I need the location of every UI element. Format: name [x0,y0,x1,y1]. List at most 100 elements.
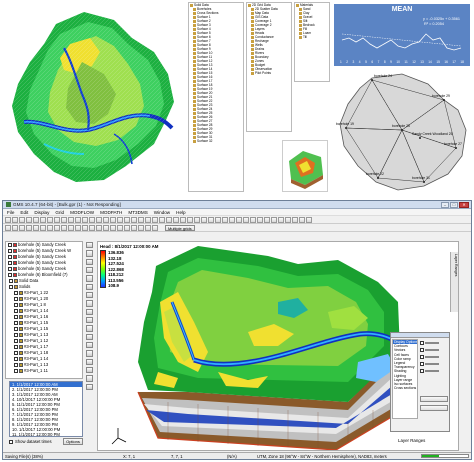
visibility-checkbox[interactable] [8,249,12,253]
toolbar-button-icon[interactable] [82,216,88,223]
tool-icon[interactable] [86,316,93,324]
toolbar-button-icon[interactable] [103,216,109,223]
toolbar-button-icon[interactable] [75,216,81,223]
toolbar-button-icon[interactable] [299,216,305,223]
toolbar-button-icon[interactable] [278,216,284,223]
visibility-checkbox[interactable] [14,357,18,361]
toolbar-button-icon[interactable] [68,216,74,223]
visibility-checkbox[interactable] [14,369,18,373]
toolbar-button-icon[interactable] [152,216,158,223]
visibility-checkbox[interactable] [14,345,18,349]
multiple-grids-button[interactable]: Multiple grids [165,224,195,231]
toolbar-button-icon[interactable] [187,216,193,223]
visibility-checkbox[interactable] [14,339,18,343]
visibility-checkbox[interactable] [9,279,13,283]
toolbar-button-icon[interactable] [152,224,158,231]
viewport-3d[interactable]: Head : 8/1/2017 12:00:00 AM 136.836 132.1… [97,241,459,451]
tool-icon[interactable] [86,358,93,365]
toolbar-button-icon[interactable] [222,216,228,223]
toolbar-button-icon[interactable] [47,216,53,223]
toolbar-button-icon[interactable] [96,216,102,223]
tree-node[interactable]: Till [295,35,329,39]
dialog-option-checkbox[interactable] [420,369,424,373]
toolbar-button-icon[interactable] [33,216,39,223]
toolbar-button-icon[interactable] [5,224,11,231]
visibility-checkbox[interactable] [14,297,18,301]
tree-node[interactable]: Surface 32 [189,139,243,143]
dialog-cancel-button[interactable] [420,405,448,411]
menu-modpath[interactable]: MODPATH [100,210,122,215]
project-tree-item[interactable]: #3-Part_1 11 [6,368,82,374]
toolbar-button-icon[interactable] [96,224,102,231]
toolbar-button-icon[interactable] [19,216,25,223]
toolbar-button-icon[interactable] [54,216,60,223]
options-button[interactable]: Options [63,438,83,445]
toolbar-button-icon[interactable] [201,216,207,223]
tree-node[interactable]: Pilot Points [247,71,291,75]
toolbar-button-icon[interactable] [208,216,214,223]
tool-icon[interactable] [86,366,93,374]
tool-icon[interactable] [86,250,93,257]
toolbar-button-icon[interactable] [103,224,109,231]
viewport-side-tab[interactable]: Layer Ranges [450,252,458,312]
toolbar-button-icon[interactable] [89,216,95,223]
toolbar-button-icon[interactable] [26,224,32,231]
menu-grid[interactable]: Grid [55,210,64,215]
toolbar-button-icon[interactable] [264,216,270,223]
menu-mt3dms[interactable]: MT3DMS [128,210,147,215]
tool-icon[interactable] [86,308,93,315]
visibility-checkbox[interactable] [14,291,18,295]
toolbar-button-icon[interactable] [124,224,130,231]
visibility-checkbox[interactable] [14,321,18,325]
tool-icon[interactable] [86,242,93,249]
toolbar-button-icon[interactable] [47,224,53,231]
visibility-checkbox[interactable] [8,243,12,247]
visibility-checkbox[interactable] [8,255,12,259]
tool-icon[interactable] [86,258,93,265]
tool-icon[interactable] [86,300,93,307]
tool-icon[interactable] [86,350,93,357]
minimize-icon[interactable]: – [441,201,449,208]
visibility-checkbox[interactable] [14,303,18,307]
toolbar-button-icon[interactable] [194,216,200,223]
toolbar-button-icon[interactable] [117,216,123,223]
tool-icon[interactable] [86,375,93,382]
toolbar-button-icon[interactable] [292,216,298,223]
menu-help[interactable]: Help [176,210,185,215]
toolbar-button-icon[interactable] [166,216,172,223]
tool-icon[interactable] [86,333,93,340]
menu-file[interactable]: File [7,210,14,215]
toolbar-button-icon[interactable] [180,216,186,223]
toolbar-button-icon[interactable] [159,216,165,223]
tool-icon[interactable] [86,325,93,332]
toolbar-button-icon[interactable] [173,216,179,223]
toolbar-button-icon[interactable] [243,216,249,223]
toolbar-button-icon[interactable] [82,224,88,231]
dialog-option-checkbox[interactable] [420,362,424,366]
toolbar-button-icon[interactable] [138,216,144,223]
time-steps-list[interactable]: 1. 1/1/2017 12:00:00 AM 2. 1/1/2017 12:00… [9,381,83,437]
toolbar-button-icon[interactable] [257,216,263,223]
toolbar-button-icon[interactable] [131,224,137,231]
dialog-option-checkbox[interactable] [420,348,424,352]
toolbar-button-icon[interactable] [145,216,151,223]
toolbar-button-icon[interactable] [285,216,291,223]
toolbar-button-icon[interactable] [33,224,39,231]
tool-icon[interactable] [86,266,93,274]
toolbar-button-icon[interactable] [75,224,81,231]
tool-icon[interactable] [86,275,93,282]
visibility-checkbox[interactable] [8,261,12,265]
dialog-option-checkbox[interactable] [420,355,424,359]
toolbar-button-icon[interactable] [19,224,25,231]
toolbar-button-icon[interactable] [40,216,46,223]
menu-window[interactable]: Window [154,210,170,215]
toolbar-button-icon[interactable] [110,216,116,223]
toolbar-button-icon[interactable] [61,216,67,223]
toolbar-button-icon[interactable] [54,224,60,231]
menu-display[interactable]: Display [34,210,49,215]
menu-modflow[interactable]: MODFLOW [70,210,94,215]
toolbar-button-icon[interactable] [124,216,130,223]
visibility-checkbox[interactable] [9,285,13,289]
toolbar-button-icon[interactable] [26,216,32,223]
dialog-ok-button[interactable] [420,396,448,402]
